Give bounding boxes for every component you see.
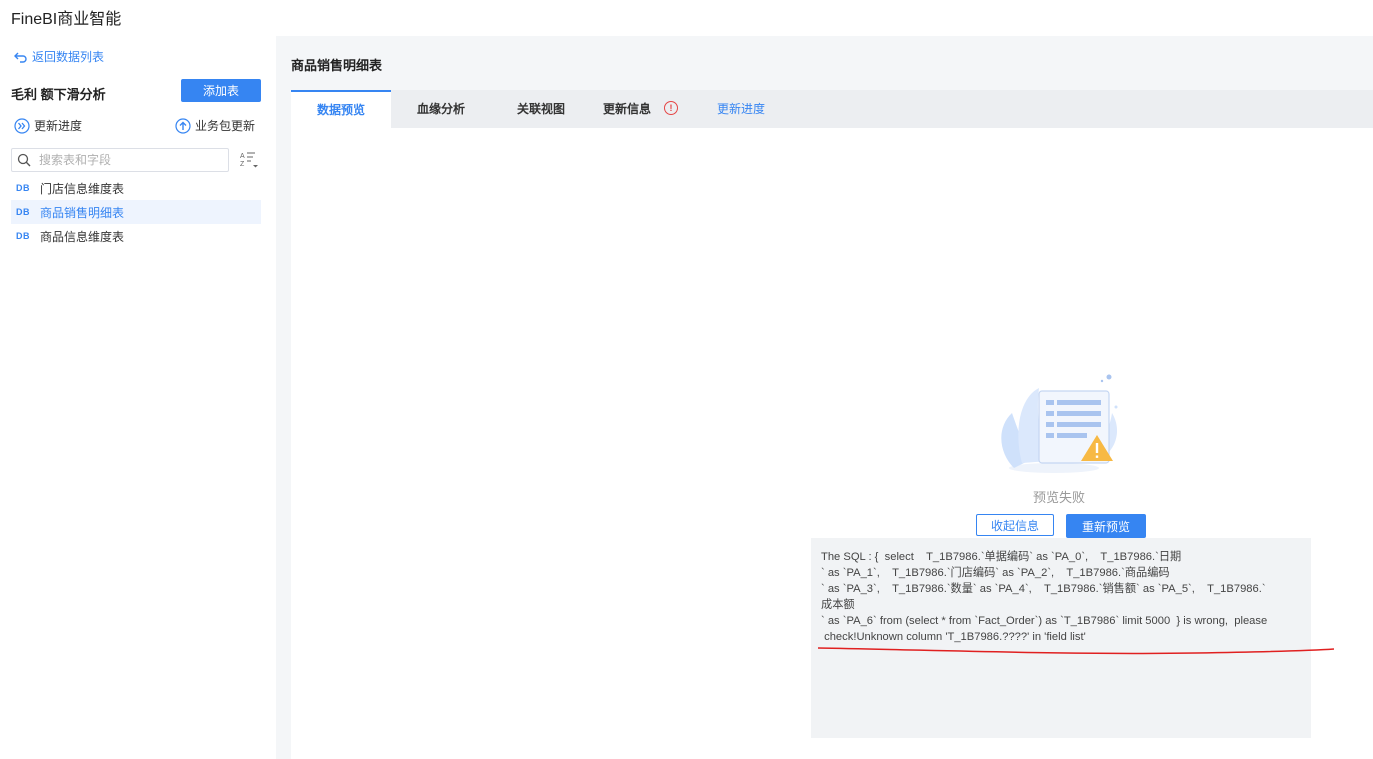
sort-az-icon[interactable]: A Z [240, 150, 260, 170]
preview-failed-illustration-icon [1001, 374, 1118, 473]
error-info-icon[interactable]: ! [664, 101, 678, 115]
tab-lineage-analysis[interactable]: 血缘分析 [417, 90, 465, 128]
fast-forward-circle-icon [14, 117, 30, 134]
search-icon [17, 153, 31, 167]
back-link-label: 返回数据列表 [32, 50, 105, 64]
table-item-label: 商品销售明细表 [40, 205, 125, 220]
table-item-product-dim[interactable]: DB 商品信息维度表 [11, 224, 261, 248]
table-item-label: 商品信息维度表 [40, 229, 125, 244]
table-item-store-dim[interactable]: DB 门店信息维度表 [11, 176, 261, 200]
upload-circle-icon [175, 117, 191, 134]
package-update-label: 业务包更新 [195, 119, 256, 133]
update-progress-button[interactable]: 更新进度 [14, 117, 82, 134]
collapse-info-button[interactable]: 收起信息 [976, 514, 1054, 536]
page-title: 商品销售明细表 [291, 58, 383, 73]
table-item-sales-detail[interactable]: DB 商品销售明细表 [11, 200, 261, 224]
package-update-button[interactable]: 业务包更新 [175, 117, 255, 134]
tab-data-preview[interactable]: 数据预览 [291, 90, 391, 128]
update-progress-label: 更新进度 [34, 119, 83, 133]
preview-failed-text: 预览失败 [1033, 490, 1086, 505]
database-icon: DB [16, 207, 30, 217]
update-progress-link[interactable]: 更新进度 [717, 90, 765, 128]
undo-arrow-icon [14, 52, 27, 63]
search-box [11, 148, 229, 172]
search-input[interactable] [37, 152, 211, 168]
tab-update-info[interactable]: 更新信息 [603, 90, 651, 128]
table-item-label: 门店信息维度表 [40, 181, 125, 196]
table-list: DB 门店信息维度表 DB 商品销售明细表 DB 商品信息维度表 [11, 176, 261, 248]
package-name: 毛利 额下滑分析 [11, 87, 106, 102]
error-message-text: The SQL : { select T_1B7986.`单据编码` as `P… [821, 551, 1268, 643]
preview-content: 预览失败 收起信息 重新预览 The SQL : { select T_1B79… [291, 128, 1373, 759]
app-title: FineBI商业智能 [11, 11, 122, 28]
add-table-button[interactable]: 添加表 [181, 79, 261, 102]
sidebar: 返回数据列表 毛利 额下滑分析 添加表 更新进度 业务包更新 A Z DB 门店… [0, 36, 276, 759]
retry-preview-button[interactable]: 重新预览 [1066, 514, 1146, 538]
database-icon: DB [16, 183, 30, 193]
database-icon: DB [16, 231, 30, 241]
back-to-data-list-link[interactable]: 返回数据列表 [14, 48, 104, 65]
tab-bar: 数据预览 血缘分析 关联视图 更新信息 ! 更新进度 [291, 90, 1373, 128]
annotation-underline [817, 647, 1335, 655]
svg-text:A: A [240, 153, 245, 160]
svg-text:Z: Z [240, 161, 245, 168]
error-message-box: The SQL : { select T_1B7986.`单据编码` as `P… [811, 538, 1311, 738]
tab-relation-view[interactable]: 关联视图 [517, 90, 565, 128]
